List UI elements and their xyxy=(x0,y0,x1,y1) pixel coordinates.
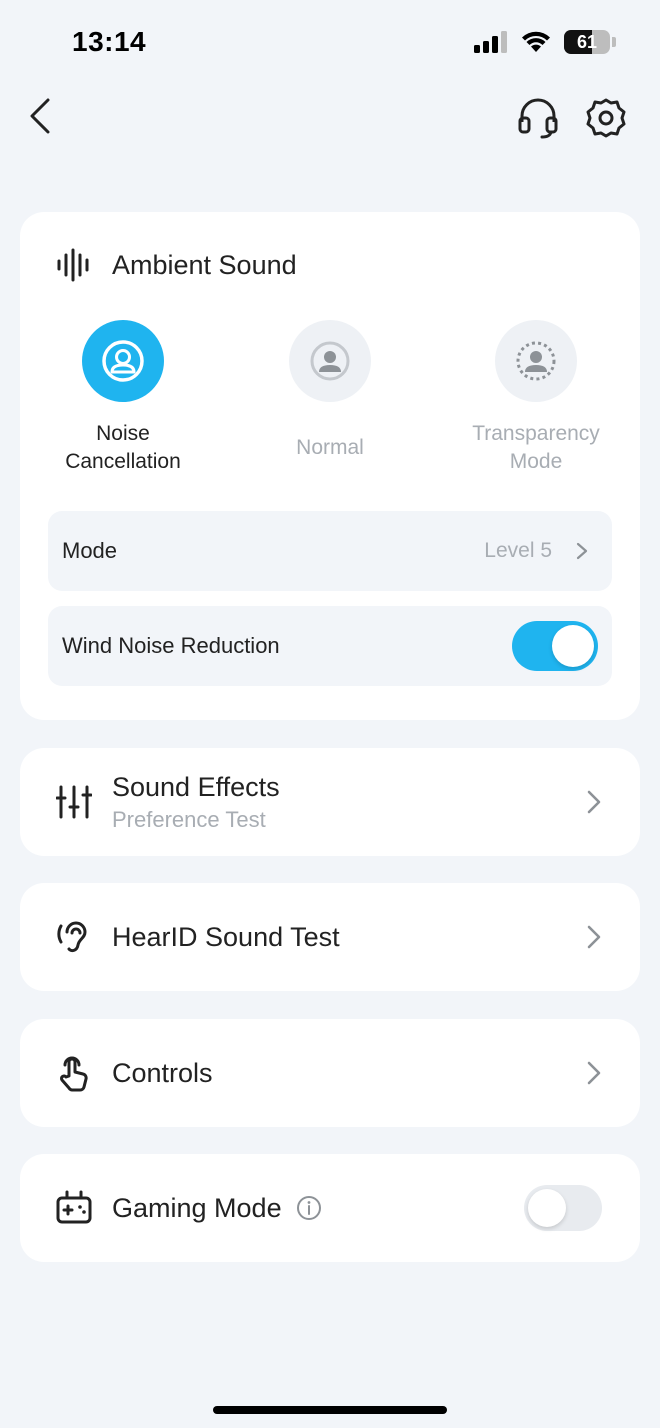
chevron-right-icon xyxy=(587,925,601,949)
status-time: 13:14 xyxy=(72,26,147,57)
hearid-title: HearID Sound Test xyxy=(112,921,340,952)
sound-wave-icon xyxy=(57,248,89,282)
mode-level-row[interactable]: Mode Level 5 xyxy=(48,511,612,591)
chevron-right-icon xyxy=(576,542,588,560)
home-indicator xyxy=(213,1406,447,1414)
wifi-icon xyxy=(522,31,550,52)
mode-noise-cancellation[interactable]: Noise Cancellation xyxy=(23,320,223,476)
ambient-sound-title: Ambient Sound xyxy=(112,249,297,280)
info-icon[interactable] xyxy=(296,1195,322,1221)
ambient-sound-header: Ambient Sound xyxy=(56,248,297,282)
sound-effects-card[interactable]: Sound Effects Preference Test xyxy=(20,748,640,856)
transparency-mode-label: Transparency Mode xyxy=(472,422,600,473)
gaming-mode-title: Gaming Mode xyxy=(112,1192,282,1223)
battery-percent: 61 xyxy=(576,31,598,52)
cellular-signal-icon xyxy=(474,31,507,53)
mode-normal[interactable]: Normal xyxy=(230,320,430,462)
gaming-mode-toggle[interactable] xyxy=(524,1185,602,1231)
normal-mode-icon[interactable] xyxy=(289,320,371,402)
gamepad-icon xyxy=(54,1188,94,1228)
mode-label: Mode xyxy=(62,538,118,563)
ear-icon xyxy=(54,917,94,957)
chevron-right-icon xyxy=(587,790,601,814)
mode-level-value: Level 5 xyxy=(484,539,552,562)
transparency-mode-icon[interactable] xyxy=(495,320,577,402)
normal-mode-label: Normal xyxy=(296,436,364,459)
app-screen: 13:14 61 Ambient Sound Noise Cancellatio… xyxy=(0,0,660,1428)
mode-transparency[interactable]: Transparency Mode xyxy=(436,320,636,476)
ambient-sound-card: Ambient Sound Noise Cancellation Normal … xyxy=(20,212,640,720)
gaming-mode-card: Gaming Mode xyxy=(20,1154,640,1262)
gear-icon[interactable] xyxy=(584,96,628,140)
controls-card[interactable]: Controls xyxy=(20,1019,640,1127)
back-button[interactable] xyxy=(22,94,62,138)
wind-noise-row: Wind Noise Reduction xyxy=(48,606,612,686)
noise-cancellation-label: Noise Cancellation xyxy=(65,422,181,473)
hearid-card[interactable]: HearID Sound Test xyxy=(20,883,640,991)
headset-icon[interactable] xyxy=(516,96,560,140)
wind-noise-toggle[interactable] xyxy=(512,621,598,671)
battery-icon: 61 xyxy=(564,30,610,54)
sound-effects-subtitle: Preference Test xyxy=(112,806,266,832)
status-indicators: 61 xyxy=(474,30,616,54)
chevron-right-icon xyxy=(587,1061,601,1085)
sound-effects-title: Sound Effects xyxy=(112,771,280,802)
wind-noise-label: Wind Noise Reduction xyxy=(62,633,280,658)
touch-gesture-icon xyxy=(54,1053,94,1093)
equalizer-icon xyxy=(54,782,94,822)
noise-cancellation-icon[interactable] xyxy=(82,320,164,402)
controls-title: Controls xyxy=(112,1057,213,1088)
